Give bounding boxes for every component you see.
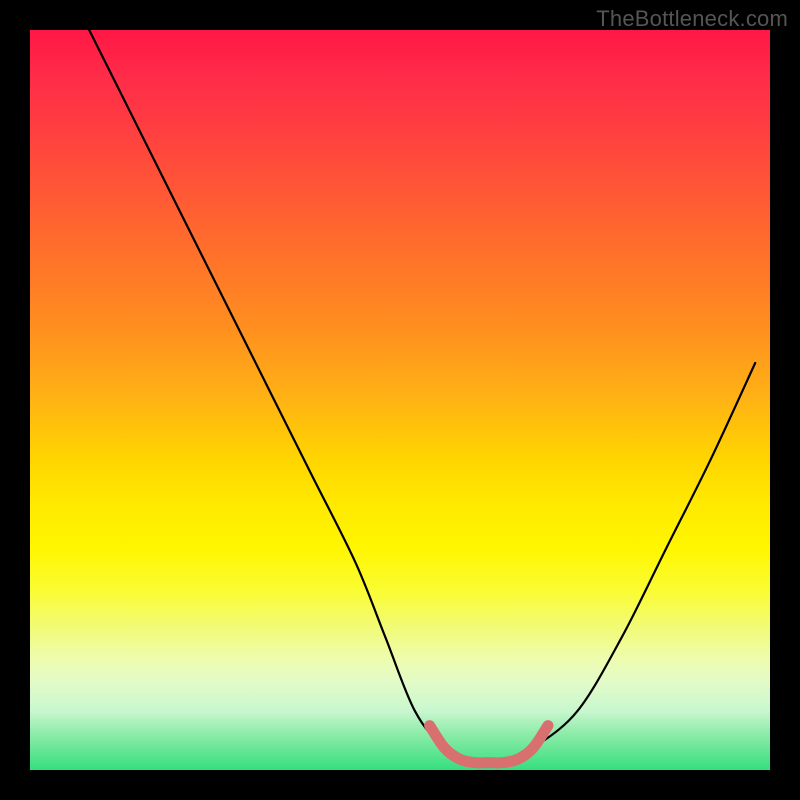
bottleneck-curve (89, 30, 755, 764)
watermark-text: TheBottleneck.com (596, 6, 788, 32)
chart-plot-area (30, 30, 770, 770)
chart-svg (30, 30, 770, 770)
optimal-range-marker (430, 726, 548, 763)
